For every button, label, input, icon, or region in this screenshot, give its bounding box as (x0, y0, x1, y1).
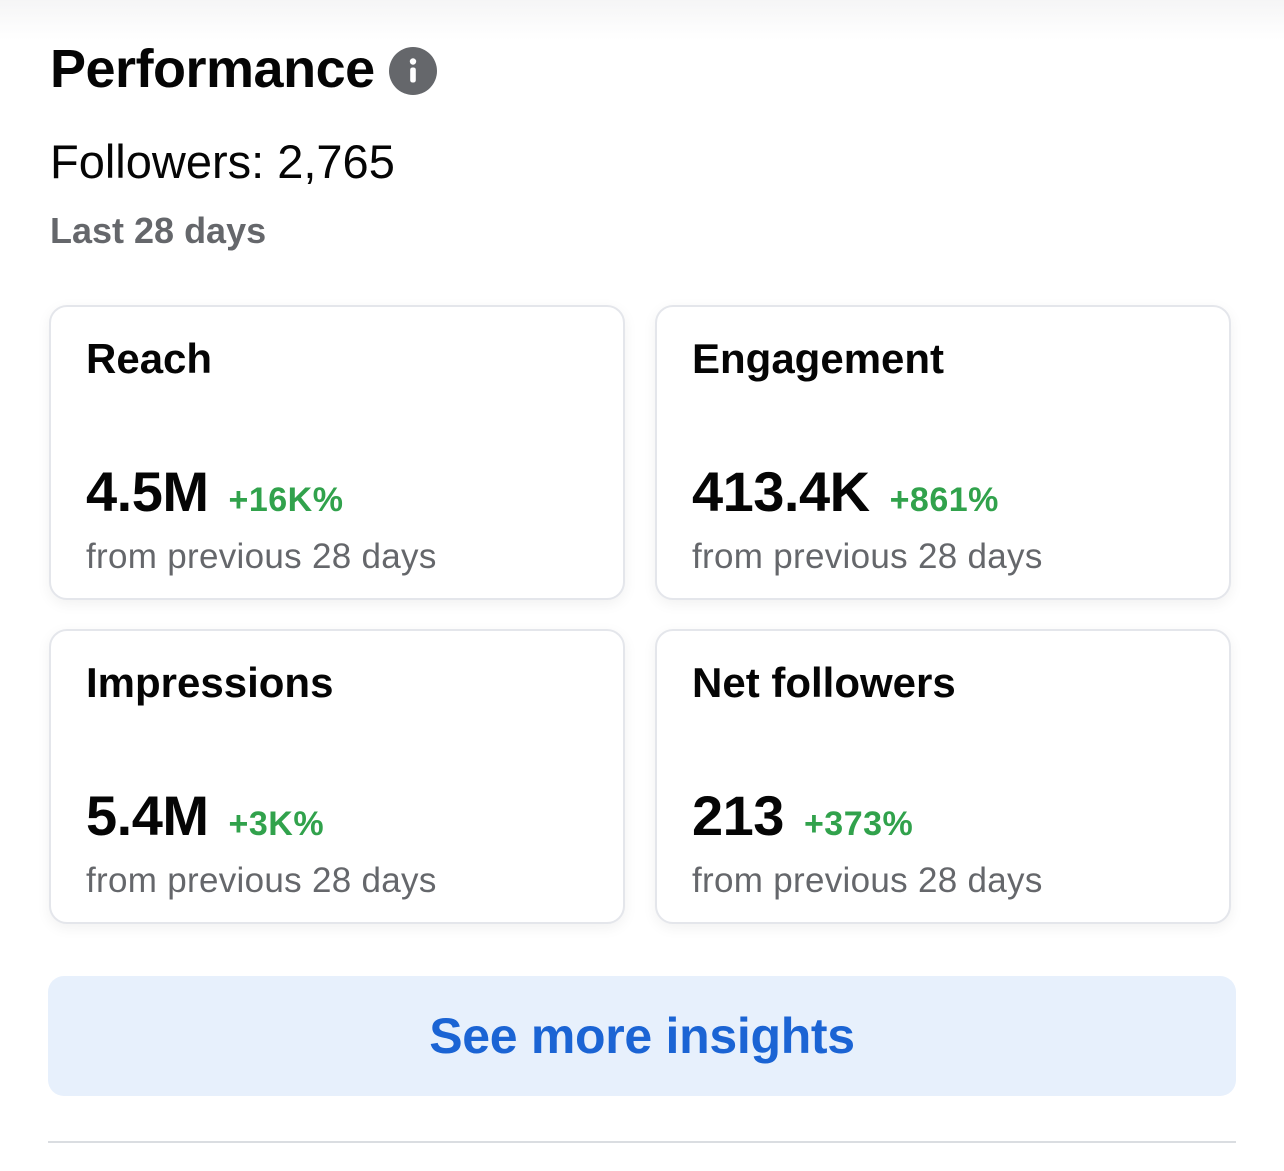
metric-title: Reach (86, 335, 213, 382)
metric-card-reach[interactable]: Reach 4.5M +16K% from previous 28 days (49, 305, 625, 600)
metric-title: Engagement (692, 335, 945, 382)
metric-caption: from previous 28 days (692, 861, 1043, 900)
metric-card-engagement[interactable]: Engagement 413.4K +861% from previous 28… (655, 305, 1231, 600)
info-icon[interactable] (388, 47, 437, 95)
performance-panel: Performance Followers: 2,765 Last 28 day… (0, 0, 1284, 1171)
followers-count: Followers: 2,765 (50, 135, 395, 188)
metric-row: 5.4M +3K% (86, 783, 324, 849)
metrics-grid: Reach 4.5M +16K% from previous 28 days E… (49, 305, 1235, 927)
metric-caption: from previous 28 days (86, 861, 437, 900)
metric-change: +373% (803, 805, 914, 843)
metric-card-impressions[interactable]: Impressions 5.4M +3K% from previous 28 d… (49, 629, 625, 924)
period-label: Last 28 days (50, 210, 267, 251)
metric-value: 413.4K (692, 460, 870, 523)
metric-caption: from previous 28 days (86, 537, 437, 576)
performance-header: Performance (50, 36, 437, 102)
metric-row: 413.4K +861% (692, 459, 999, 525)
metric-value: 4.5M (86, 460, 209, 523)
metric-card-net-followers[interactable]: Net followers 213 +373% from previous 28… (655, 629, 1231, 924)
metric-title: Impressions (86, 659, 334, 706)
metric-row: 4.5M +16K% (86, 459, 343, 525)
metric-value: 5.4M (86, 784, 209, 847)
divider (48, 1141, 1236, 1143)
metric-title: Net followers (692, 659, 956, 706)
metric-change: +3K% (228, 805, 325, 843)
metric-value: 213 (692, 784, 784, 847)
page-title: Performance (50, 39, 375, 99)
metric-row: 213 +373% (692, 783, 913, 849)
see-more-insights-button[interactable]: See more insights (48, 976, 1236, 1096)
metric-change: +16K% (228, 481, 344, 519)
metric-change: +861% (889, 481, 999, 519)
metric-caption: from previous 28 days (692, 537, 1043, 576)
